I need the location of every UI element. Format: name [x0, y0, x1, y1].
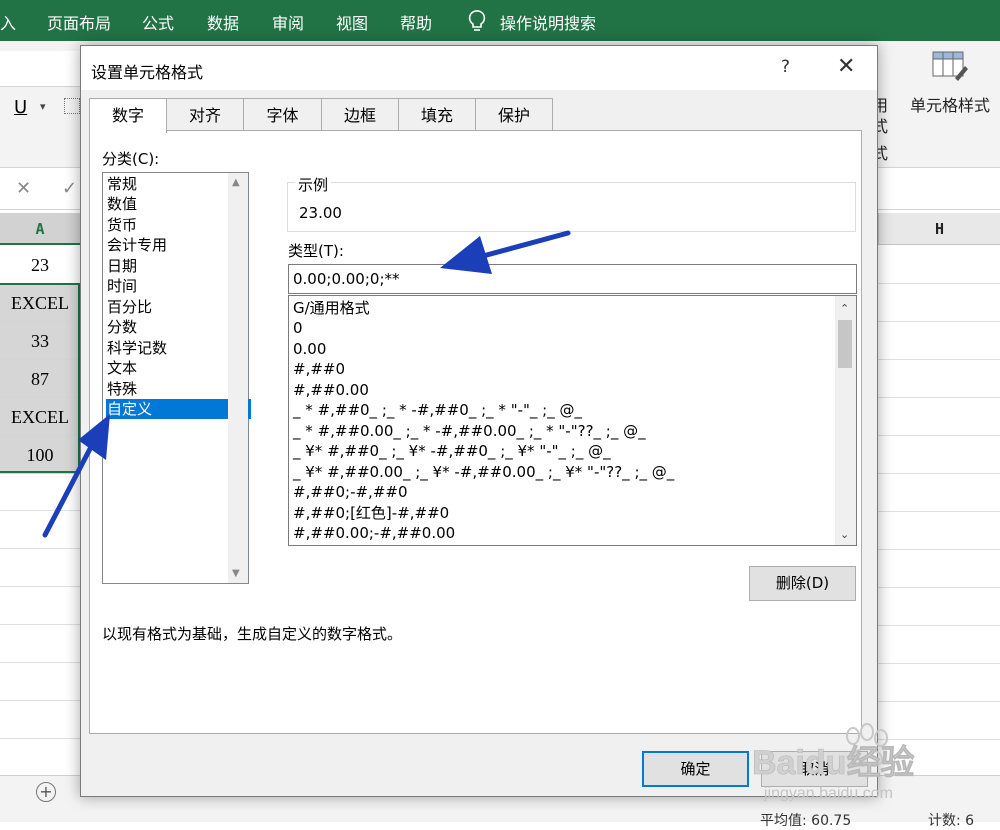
close-icon[interactable]: ✕: [837, 54, 855, 79]
scroll-down-icon[interactable]: ⌄: [840, 528, 849, 541]
selection-border: [0, 283, 80, 473]
gridline: [878, 549, 1000, 550]
delete-button[interactable]: 删除(D): [749, 566, 856, 601]
ribbon-tab-data[interactable]: 数据: [207, 10, 239, 34]
tab-border[interactable]: 边框: [321, 98, 399, 131]
tab-font[interactable]: 字体: [243, 98, 322, 131]
list-item[interactable]: #,##0;-#,##0: [293, 482, 408, 502]
list-item[interactable]: 0.00: [293, 339, 326, 359]
help-icon[interactable]: ?: [781, 57, 790, 77]
ribbon-tab-review[interactable]: 审阅: [272, 10, 304, 34]
dialog-titlebar: 设置单元格格式 ? ✕: [81, 46, 877, 90]
gridline: [878, 435, 1000, 436]
format-cells-dialog: 设置单元格格式 ? ✕ 数字 对齐 字体 边框 填充 保护 分类(C): 常规 …: [80, 45, 878, 797]
ribbon-tab-bar: 入 页面布局 公式 数据 审阅 视图 帮助 操作说明搜索: [0, 0, 1000, 41]
gridline: [0, 548, 80, 549]
category-scrollbar[interactable]: ▲ ▼: [228, 173, 248, 583]
confirm-entry-icon[interactable]: ✓: [62, 178, 77, 199]
sample-value: 23.00: [299, 204, 342, 222]
ribbon-tab-help[interactable]: 帮助: [400, 10, 432, 34]
ribbon-strip: [0, 51, 80, 87]
ribbon-tab-view[interactable]: 视图: [336, 10, 368, 34]
ribbon-tab-insert[interactable]: 入: [0, 10, 16, 34]
cell-styles-icon[interactable]: [931, 48, 969, 86]
list-item[interactable]: _ ¥* #,##0.00_ ;_ ¥* -#,##0.00_ ;_ ¥* "-…: [293, 462, 674, 482]
sample-label: 示例: [295, 174, 332, 195]
cancel-entry-icon[interactable]: ✕: [16, 178, 31, 199]
borders-icon[interactable]: [64, 98, 80, 114]
gridline: [0, 738, 80, 739]
add-sheet-icon[interactable]: +: [36, 782, 56, 802]
list-item[interactable]: _ * #,##0.00_ ;_ * -#,##0.00_ ;_ * "-"??…: [293, 421, 646, 441]
gridline: [878, 473, 1000, 474]
list-item[interactable]: _ ¥* #,##0_ ;_ ¥* -#,##0_ ;_ ¥* "-"_ ;_ …: [293, 441, 611, 461]
gridline: [878, 359, 1000, 360]
watermark-text: Baidu经验: [752, 743, 914, 782]
dialog-title: 设置单元格格式: [91, 63, 204, 82]
gridline: [0, 586, 80, 587]
tab-number[interactable]: 数字: [89, 98, 167, 133]
category-label: 分类(C):: [102, 150, 160, 168]
scroll-thumb[interactable]: [838, 320, 852, 368]
status-average: 平均值: 60.75: [760, 813, 852, 829]
gridline: [878, 663, 1000, 664]
column-header-a[interactable]: A: [0, 213, 80, 245]
baidu-paw-logo: Baidu经验 jingyan.baidu.com: [752, 723, 915, 802]
list-item[interactable]: #,##0.00: [293, 380, 369, 400]
column-header-h[interactable]: H: [878, 213, 1000, 245]
scroll-down-icon[interactable]: ▼: [232, 568, 240, 579]
format-code-list[interactable]: G/通用格式 0 0.00 #,##0 #,##0.00 _ * #,##0_ …: [288, 295, 857, 546]
scroll-up-icon[interactable]: ⌃: [840, 302, 849, 315]
tab-protection[interactable]: 保护: [475, 98, 553, 131]
sample-group: [287, 182, 856, 232]
gridline: [878, 625, 1000, 626]
list-item[interactable]: G/通用格式: [293, 298, 370, 318]
ribbon-tab-formulas[interactable]: 公式: [142, 10, 174, 34]
ribbon-tab-page-layout[interactable]: 页面布局: [47, 10, 111, 34]
tab-fill[interactable]: 填充: [398, 98, 476, 131]
gridline: [878, 283, 1000, 284]
gridline: [878, 587, 1000, 588]
underline-button[interactable]: U: [14, 97, 27, 118]
cell-a1[interactable]: 23: [0, 246, 80, 284]
tell-me-search[interactable]: 操作说明搜索: [500, 10, 596, 34]
ok-button[interactable]: 确定: [642, 751, 749, 787]
list-item[interactable]: #,##0;[红色]-#,##0: [293, 503, 449, 523]
tab-alignment[interactable]: 对齐: [166, 98, 244, 131]
cell-styles-label[interactable]: 单元格样式: [910, 92, 990, 116]
baidu-watermark: Baidu经验 jingyan.baidu.com: [750, 712, 970, 802]
type-input[interactable]: 0.00;0.00;0;**: [288, 264, 857, 294]
description-text: 以现有格式为基础，生成自定义的数字格式。: [102, 625, 403, 643]
list-item[interactable]: #,##0.00;-#,##0.00: [293, 523, 455, 543]
gridline: [878, 397, 1000, 398]
list-item[interactable]: _ * #,##0_ ;_ * -#,##0_ ;_ * "-"_ ;_ @_: [293, 400, 582, 420]
gridline: [0, 510, 80, 511]
watermark-url: jingyan.baidu.com: [763, 785, 893, 802]
status-count: 计数: 6: [928, 813, 975, 829]
scroll-up-icon[interactable]: ▲: [232, 177, 240, 188]
type-label: 类型(T):: [288, 242, 344, 260]
list-item[interactable]: #,##0: [293, 359, 345, 379]
gridline: [878, 511, 1000, 512]
gridline: [878, 701, 1000, 702]
format-scrollbar[interactable]: ⌃ ⌄: [835, 296, 856, 545]
gridline: [878, 321, 1000, 322]
gridline: [0, 624, 80, 625]
lightbulb-icon: [468, 10, 486, 31]
gridline: [0, 662, 80, 663]
category-list[interactable]: 常规 数值 货币 会计专用 日期 时间 百分比 分数 科学记数 文本 特殊 自定…: [102, 172, 251, 584]
gridline: [0, 700, 80, 701]
chevron-down-icon[interactable]: ▾: [40, 100, 46, 113]
list-item[interactable]: 0: [293, 318, 303, 338]
